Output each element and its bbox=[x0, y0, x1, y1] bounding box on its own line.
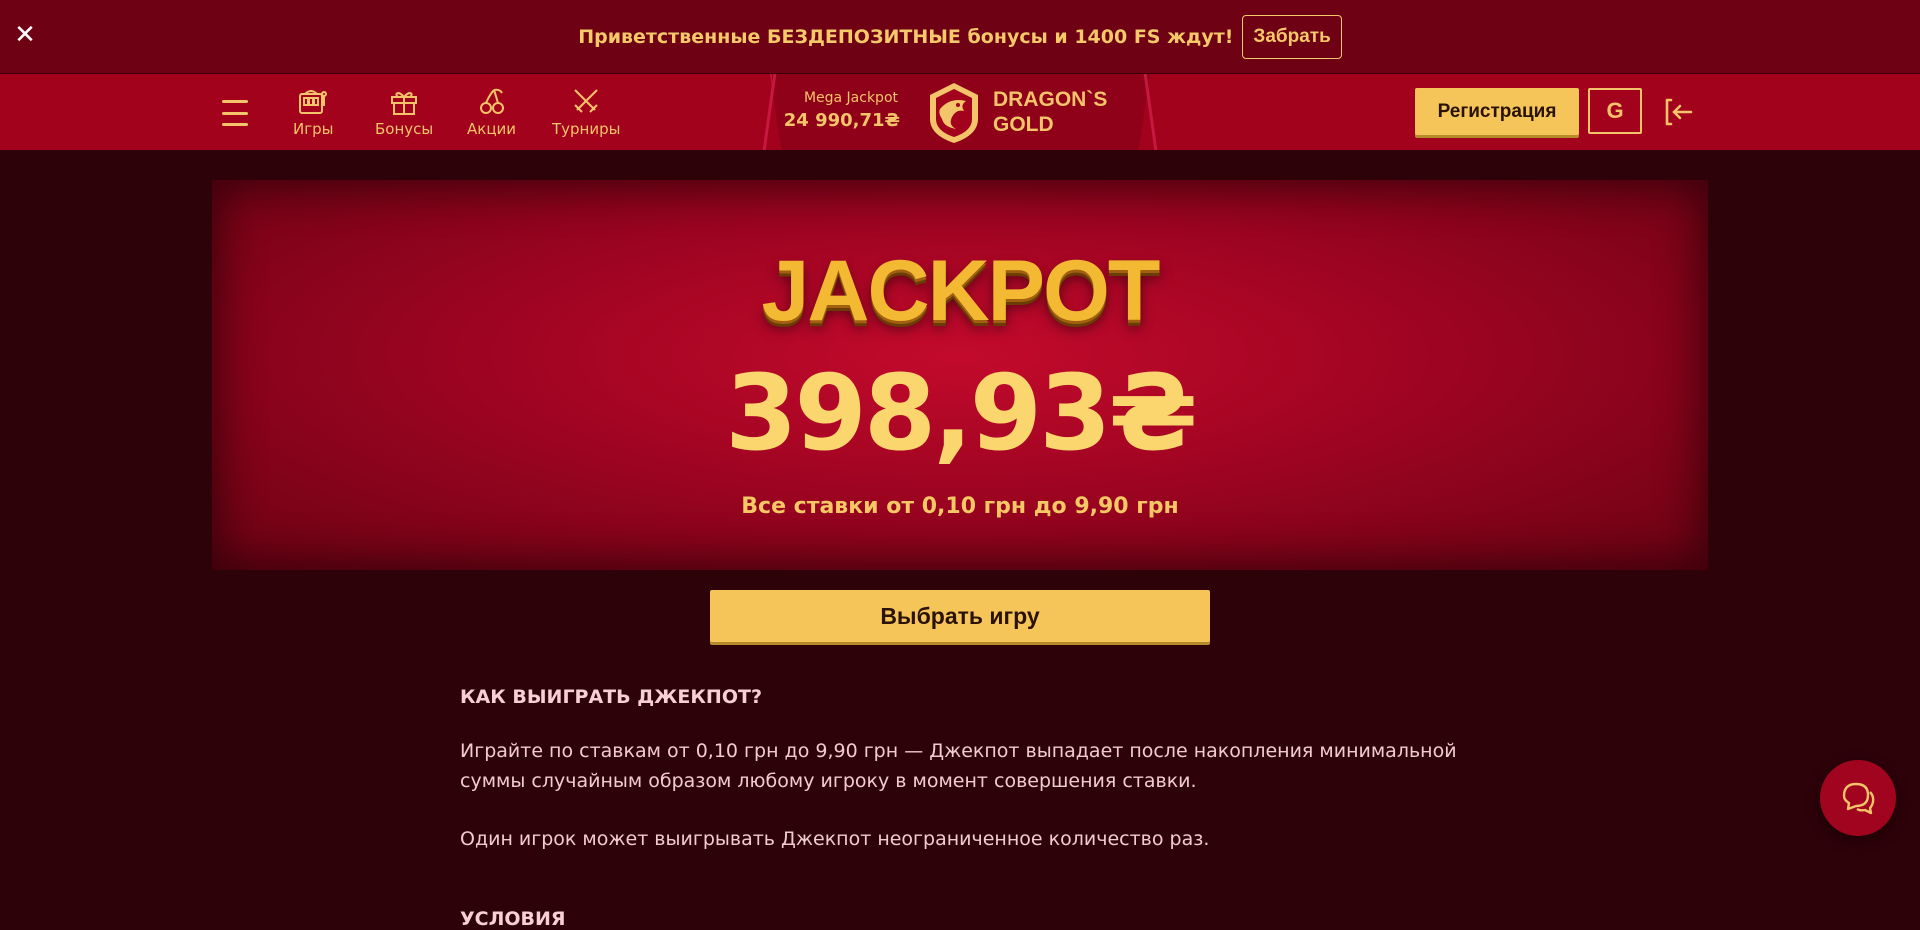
support-chat-button[interactable] bbox=[1820, 760, 1896, 836]
unlimited-wins-paragraph: Один игрок может выигрывать Джекпот неог… bbox=[460, 828, 1210, 850]
jackpot-title: JACKPOT bbox=[761, 243, 1161, 339]
slot-machine-icon bbox=[299, 90, 328, 114]
logo-line-2: GOLD bbox=[993, 113, 1054, 136]
crossed-swords-icon bbox=[574, 89, 598, 113]
nav-item-tournaments[interactable]: Турниры bbox=[552, 86, 620, 142]
conditions-heading: УСЛОВИЯ bbox=[460, 908, 566, 930]
logo-line-1: DRAGON`S bbox=[993, 88, 1108, 111]
register-button[interactable]: Регистрация bbox=[1415, 88, 1579, 135]
how-to-win-heading: КАК ВЫИГРАТЬ ДЖЕКПОТ? bbox=[460, 686, 762, 708]
nav-item-games[interactable]: Игры bbox=[293, 86, 333, 142]
promo-text: Приветственные БЕЗДЕПОЗИТНЫЕ бонусы и 14… bbox=[578, 26, 1234, 48]
google-login-button[interactable]: G bbox=[1588, 88, 1642, 134]
login-icon[interactable] bbox=[1661, 94, 1697, 130]
nav-item-promotions[interactable]: Акции bbox=[467, 86, 516, 142]
mega-jackpot-value: 24 990,71₴ bbox=[783, 110, 900, 131]
jackpot-banner: JACKPOT 398,93₴ Все ставки от 0,10 грн д… bbox=[212, 180, 1708, 570]
claim-bonus-button[interactable]: Забрать bbox=[1242, 15, 1342, 59]
how-to-win-paragraph: Играйте по ставкам от 0,10 грн до 9,90 г… bbox=[460, 740, 1457, 792]
nav-label: Турниры bbox=[552, 120, 621, 138]
logo-text: DRAGON`S GOLD bbox=[993, 87, 1107, 137]
nav-label: Акции bbox=[467, 120, 517, 138]
jackpot-amount: 398,93₴ bbox=[725, 352, 1198, 474]
chat-icon bbox=[1842, 782, 1875, 815]
jackpot-info: КАК ВЫИГРАТЬ ДЖЕКПОТ? Играйте по ставкам… bbox=[460, 686, 1460, 930]
dragons-gold-logo[interactable]: DRAGON`S GOLD bbox=[920, 79, 1120, 147]
jackpot-subtitle: Все ставки от 0,10 грн до 9,90 грн bbox=[741, 494, 1179, 519]
cherries-icon bbox=[479, 88, 504, 114]
gift-icon bbox=[391, 92, 418, 115]
promo-content: Приветственные БЕЗДЕПОЗИТНЫЕ бонусы и 14… bbox=[0, 15, 1920, 59]
plate-edge bbox=[1143, 74, 1158, 150]
choose-game-button[interactable]: Выбрать игру bbox=[710, 590, 1210, 642]
nav-label: Бонусы bbox=[375, 120, 434, 138]
site-header: Игры Бонусы Акции Турниры Mega Jackpot 2… bbox=[0, 74, 1920, 150]
mega-jackpot-label: Mega Jackpot bbox=[803, 90, 898, 106]
promo-bar: ✕ Приветственные БЕЗДЕПОЗИТНЫЕ бонусы и … bbox=[0, 0, 1920, 74]
menu-icon[interactable] bbox=[214, 94, 256, 132]
nav-item-bonuses[interactable]: Бонусы bbox=[375, 86, 433, 142]
dragon-logo-icon bbox=[930, 83, 978, 143]
nav-label: Игры bbox=[293, 120, 334, 138]
